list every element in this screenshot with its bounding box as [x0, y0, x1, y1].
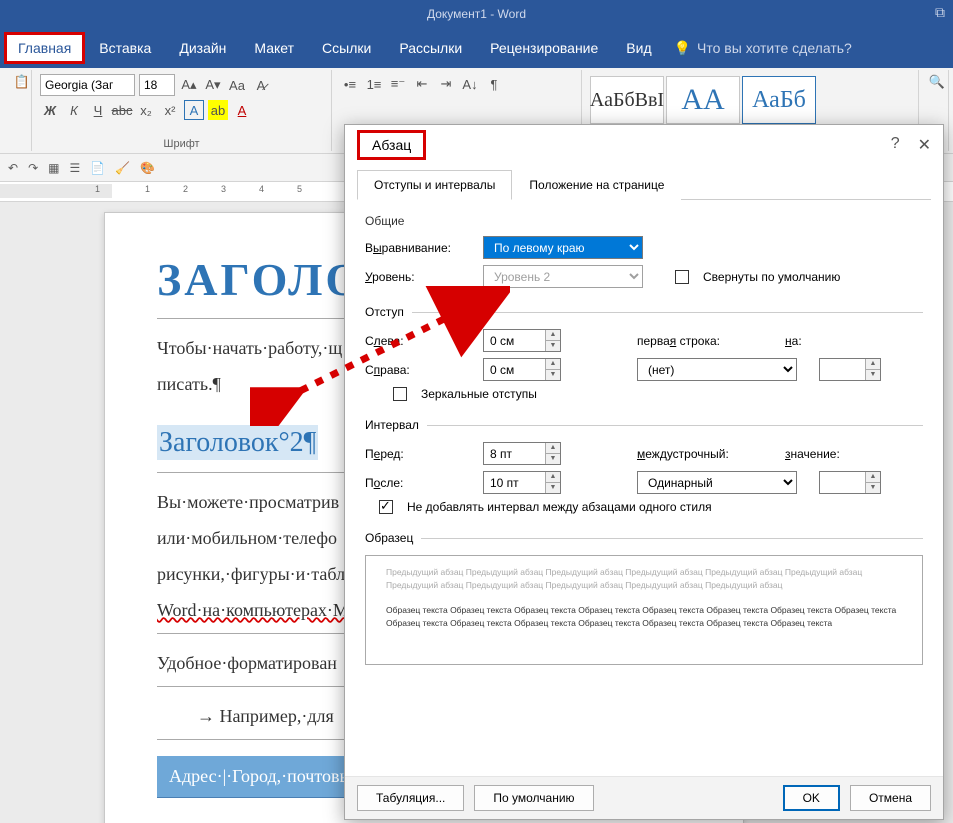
app-title: Документ1 - Word [427, 7, 526, 21]
bullets-icon[interactable]: •≡ [340, 74, 360, 94]
nosame-label: Не добавлять интервал между абзацами одн… [407, 500, 712, 514]
at-label: значение: [785, 447, 855, 461]
highlight-button[interactable]: ab [208, 100, 228, 120]
qat-icon5[interactable]: 🎨 [140, 161, 155, 175]
tell-me-text: Что вы хотите сделать? [697, 40, 852, 56]
close-icon[interactable]: ✕ [918, 135, 931, 155]
firstline-select[interactable]: (нет) [637, 358, 797, 381]
cancel-button[interactable]: Отмена [850, 785, 931, 811]
superscript-button[interactable]: x² [160, 100, 180, 120]
paste-icon[interactable]: 📋 [12, 72, 32, 92]
ribbon-tabs: Главная Вставка Дизайн Макет Ссылки Расс… [0, 28, 953, 68]
find-icon[interactable]: 🔍 [927, 72, 947, 92]
level-select: Уровень 2 [483, 265, 643, 288]
shrink-font-icon[interactable]: A▾ [203, 75, 223, 95]
text-effects-button[interactable]: A [184, 100, 204, 120]
clear-format-icon[interactable]: A̷ [251, 75, 271, 95]
spin-up-icon[interactable]: ▲ [546, 330, 560, 341]
strike-button[interactable]: abc [112, 100, 132, 120]
doc-h2: Заголовок°2¶ [157, 425, 318, 460]
tabs-button[interactable]: Табуляция... [357, 785, 464, 811]
bulb-icon: 💡 [674, 40, 691, 57]
ok-button[interactable]: OK [783, 785, 840, 811]
tab-review[interactable]: Рецензирование [476, 32, 612, 64]
collapse-label: Свернуты по умолчанию [703, 270, 840, 284]
subscript-button[interactable]: x₂ [136, 100, 156, 120]
alignment-select[interactable]: По левому краю [483, 236, 643, 259]
before-label: Перед: [365, 447, 475, 461]
change-case-icon[interactable]: Aa [227, 75, 247, 95]
help-icon[interactable]: ? [891, 135, 900, 155]
nosame-checkbox[interactable] [379, 500, 393, 514]
dialog-tab-linebreaks[interactable]: Положение на странице [512, 170, 681, 200]
increase-indent-icon[interactable]: ⇥ [436, 74, 456, 94]
dialog-tab-indents[interactable]: Отступы и интервалы [357, 170, 512, 200]
style-heading[interactable]: АА [666, 76, 740, 124]
tab-mailings[interactable]: Рассылки [385, 32, 476, 64]
sort-icon[interactable]: A↓ [460, 74, 480, 94]
decrease-indent-icon[interactable]: ⇤ [412, 74, 432, 94]
style-heading2[interactable]: АаБб [742, 76, 816, 124]
multilevel-icon[interactable]: ≡⁻ [388, 74, 408, 94]
font-group-label: Шрифт [32, 138, 331, 150]
linespacing-select[interactable]: Одинарный [637, 471, 797, 494]
underline-button[interactable]: Ч [88, 100, 108, 120]
firstline-label: первая строка: [637, 334, 777, 348]
redo-icon[interactable]: ↷ [28, 161, 38, 175]
collapse-checkbox[interactable] [675, 270, 689, 284]
grow-font-icon[interactable]: A▴ [179, 75, 199, 95]
style-normal[interactable]: АаБбВвІ [590, 76, 664, 124]
tell-me[interactable]: 💡 Что вы хотите сделать? [674, 40, 852, 57]
doc-p2d: Word·на·компьютерах·M [157, 600, 349, 620]
preview-legend: Образец [365, 531, 421, 545]
tab-references[interactable]: Ссылки [308, 32, 385, 64]
by-label: на: [785, 334, 825, 348]
font-name-input[interactable] [40, 74, 135, 96]
alignment-label: Выравнивание: [365, 241, 475, 255]
dialog-title: Абзац [357, 130, 426, 160]
font-size-input[interactable] [139, 74, 175, 96]
bold-button[interactable]: Ж [40, 100, 60, 120]
tab-design[interactable]: Дизайн [165, 32, 240, 64]
level-label: Уровень: [365, 270, 475, 284]
numbering-icon[interactable]: 1≡ [364, 74, 384, 94]
styles-gallery[interactable]: АаБбВвІ АА АаБб [590, 76, 910, 124]
general-label: Общие [365, 214, 923, 228]
tab-view[interactable]: Вид [612, 32, 665, 64]
italic-button[interactable]: К [64, 100, 84, 120]
show-marks-icon[interactable]: ¶ [484, 74, 504, 94]
window-restore-icon[interactable]: ⧉ [935, 4, 945, 21]
qat-icon4[interactable]: 🧹 [115, 161, 130, 175]
annotation-arrow [250, 286, 510, 426]
after-label: После: [365, 476, 475, 490]
default-button[interactable]: По умолчанию [474, 785, 593, 811]
tab-home[interactable]: Главная [4, 32, 85, 64]
window-titlebar: Документ1 - Word ⧉ [0, 0, 953, 28]
spin-down-icon[interactable]: ▼ [546, 341, 560, 351]
undo-icon[interactable]: ↶ [8, 161, 18, 175]
linespacing-label: междустрочный: [637, 447, 777, 461]
tab-insert[interactable]: Вставка [85, 32, 165, 64]
tab-layout[interactable]: Макет [240, 32, 308, 64]
qat-icon[interactable]: ▦ [48, 161, 59, 175]
preview-box: Предыдущий абзац Предыдущий абзац Предыд… [365, 555, 923, 665]
paragraph-dialog: Абзац ? ✕ Отступы и интервалы Положение … [344, 124, 944, 820]
qat-icon2[interactable]: ☰ [69, 161, 80, 175]
qat-icon3[interactable]: 📄 [90, 161, 105, 175]
font-color-button[interactable]: A [232, 100, 252, 120]
